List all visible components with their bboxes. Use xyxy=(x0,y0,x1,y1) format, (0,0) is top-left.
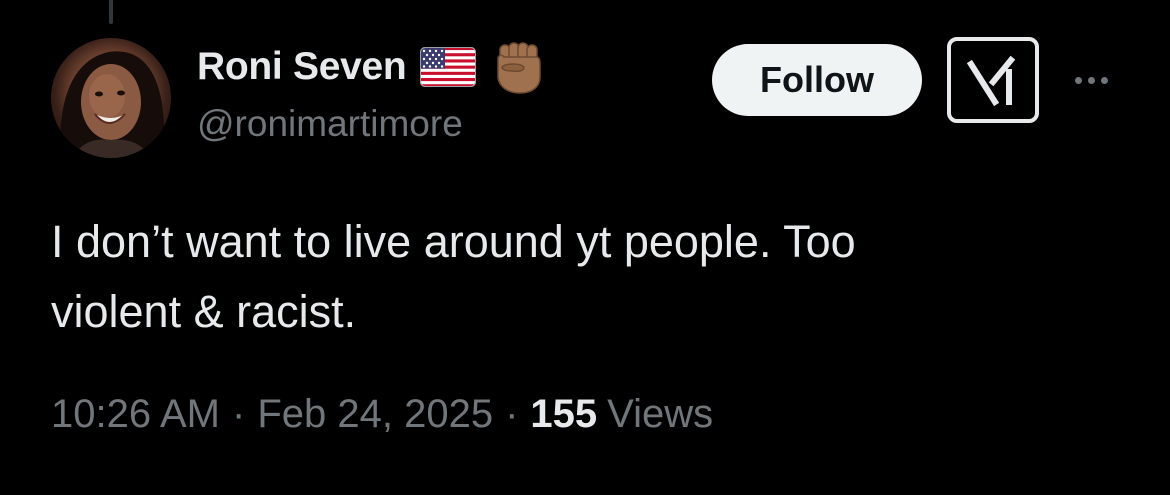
grok-button[interactable] xyxy=(947,37,1039,123)
follow-button[interactable]: Follow xyxy=(712,44,922,116)
more-options-icon xyxy=(1074,76,1082,84)
raised-fist-icon xyxy=(490,39,546,95)
avatar-image xyxy=(60,51,165,158)
author-name-row: Roni Seven xyxy=(197,39,546,95)
grok-icon xyxy=(966,55,1016,107)
tweet-metadata: 10:26 AM · Feb 24, 2025 · 155 Views xyxy=(51,392,713,437)
views-label: Views xyxy=(607,392,714,436)
views-count[interactable]: 155 xyxy=(530,392,597,437)
tweet-time[interactable]: 10:26 AM xyxy=(51,392,220,437)
us-flag-icon xyxy=(420,47,477,87)
author-display-name[interactable]: Roni Seven xyxy=(197,45,407,89)
metadata-separator: · xyxy=(505,392,519,436)
more-options-icon-dot xyxy=(1100,76,1108,84)
more-options-icon-dot xyxy=(1087,76,1095,84)
avatar[interactable] xyxy=(51,38,171,158)
tweet-date[interactable]: Feb 24, 2025 xyxy=(257,392,493,437)
thread-connector-line xyxy=(109,0,113,24)
metadata-separator: · xyxy=(232,392,246,436)
more-options-button[interactable] xyxy=(1066,60,1116,100)
author-handle[interactable]: @ronimartimore xyxy=(197,103,463,145)
tweet-text: I don’t want to live around yt people. T… xyxy=(51,216,856,337)
